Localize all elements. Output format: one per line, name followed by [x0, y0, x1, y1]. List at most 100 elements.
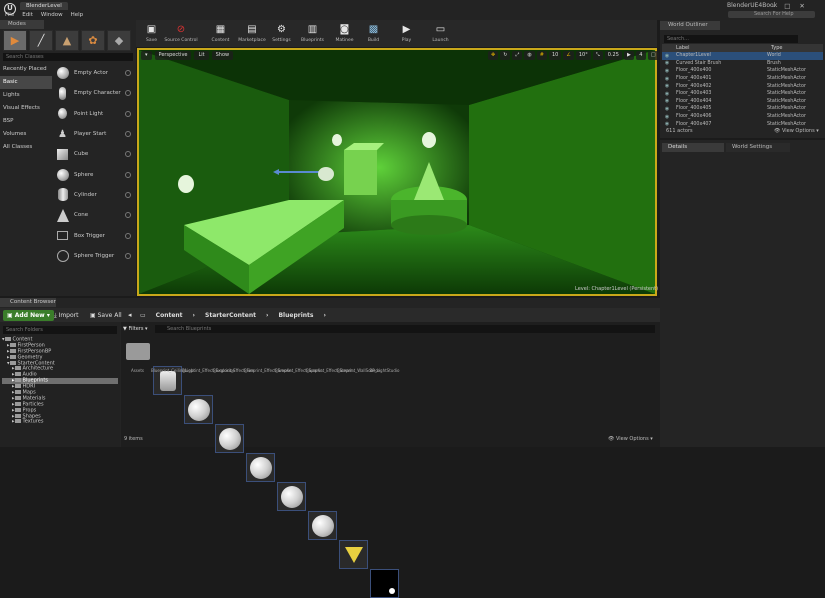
launch-button[interactable]: ▭ Launch — [425, 21, 456, 46]
menu-window[interactable]: Window — [41, 12, 63, 18]
info-icon[interactable] — [125, 212, 131, 219]
paint-mode-icon[interactable]: ╱ — [29, 30, 53, 51]
asset-tile[interactable] — [339, 540, 368, 569]
outliner-row[interactable]: ◉ Curved Stair Brush Brush — [662, 60, 823, 68]
search-assets-input[interactable]: Search Blueprints — [155, 325, 655, 333]
eye-icon[interactable]: ◉ — [662, 76, 672, 82]
rotation-snap-value[interactable]: 10° — [575, 51, 591, 60]
menu-edit[interactable]: Edit — [22, 12, 33, 18]
perspective-button[interactable]: Perspective — [154, 51, 192, 60]
show-button[interactable]: Show — [211, 51, 234, 60]
close-icon[interactable]: ✕ — [799, 2, 804, 10]
camera-speed-value[interactable]: 4 — [635, 51, 646, 60]
place-box-trigger[interactable]: Box Trigger — [53, 225, 135, 245]
asset-tile[interactable] — [123, 337, 152, 366]
info-icon[interactable] — [125, 191, 131, 198]
translate-icon[interactable]: ✥ — [488, 51, 499, 60]
source-control-button[interactable]: ⊘ Source Control — [163, 21, 199, 46]
category-visual-effects[interactable]: Visual Effects — [0, 102, 52, 115]
category-lights[interactable]: Lights — [0, 89, 52, 102]
minimize-icon[interactable]: – — [772, 2, 775, 10]
world-settings-tab[interactable]: World Settings — [726, 143, 790, 152]
viewport-options-button[interactable]: ▾ — [141, 51, 152, 60]
scale-snap-value[interactable]: 0.25 — [604, 51, 622, 60]
grid-snap-icon[interactable]: # — [536, 51, 547, 60]
type-column-header[interactable]: Type — [771, 45, 782, 51]
play-button[interactable]: ▶ Play — [391, 21, 422, 46]
place-point-light[interactable]: Point Light — [53, 104, 135, 124]
category-basic[interactable]: Basic — [0, 76, 52, 89]
foliage-mode-icon[interactable]: ✿ — [81, 30, 105, 51]
eye-icon[interactable]: ◉ — [662, 121, 672, 127]
maximize-icon[interactable]: □ — [784, 2, 790, 10]
place-cylinder[interactable]: Cylinder — [53, 185, 135, 205]
search-folders-input[interactable]: Search Folders — [3, 326, 117, 334]
place-player-start[interactable]: ♟ Player Start — [53, 124, 135, 144]
import-button[interactable]: ⤓ Import — [54, 310, 78, 321]
breadcrumb-blueprints[interactable]: Blueprints — [278, 310, 313, 321]
folder-icon[interactable]: ▭ — [140, 310, 146, 321]
outliner-row[interactable]: ◉ Floor_400x404 StaticMeshActor — [662, 98, 823, 106]
level-viewport[interactable] — [137, 48, 657, 296]
eye-icon[interactable]: ◉ — [662, 83, 672, 89]
eye-icon[interactable]: ◉ — [662, 98, 672, 104]
blueprints-button[interactable]: ▥ Blueprints — [297, 21, 328, 46]
eye-icon[interactable]: ◉ — [662, 91, 672, 97]
eye-icon[interactable]: ◉ — [662, 68, 672, 74]
lit-button[interactable]: Lit — [194, 51, 209, 60]
add-new-button[interactable]: ▣ Add New ▾ — [3, 310, 54, 321]
matinee-button[interactable]: ◙ Matinee — [329, 21, 360, 46]
rotation-snap-icon[interactable]: ∠ — [563, 51, 574, 60]
filters-button[interactable]: ▼ Filters ▾ — [123, 325, 148, 333]
search-classes-input[interactable]: Search Classes — [3, 53, 133, 61]
info-icon[interactable] — [125, 232, 131, 239]
menu-file[interactable]: File — [5, 12, 14, 18]
maximize-viewport-icon[interactable]: □ — [647, 51, 659, 60]
outliner-row[interactable]: ◉ Floor_400x406 StaticMeshActor — [662, 113, 823, 121]
level-tab[interactable]: BlenderLevel — [20, 2, 68, 10]
back-arrow-icon[interactable]: ◂ — [128, 310, 132, 321]
outliner-row[interactable]: ◉ Floor_400x407 StaticMeshActor — [662, 120, 823, 128]
info-icon[interactable] — [125, 131, 131, 138]
scale-icon[interactable]: ⤢ — [512, 51, 523, 60]
place-sphere[interactable]: Sphere — [53, 164, 135, 184]
outliner-row[interactable]: ◉ Floor_400x405 StaticMeshActor — [662, 105, 823, 113]
settings-button[interactable]: ⚙ Settings — [266, 21, 297, 46]
place-sphere-trigger[interactable]: Sphere Trigger — [53, 246, 135, 266]
info-icon[interactable] — [125, 171, 131, 178]
category-bsp[interactable]: BSP — [0, 115, 52, 128]
breadcrumb-content[interactable]: Content — [156, 310, 183, 321]
modes-tab[interactable]: Modes — [0, 20, 44, 29]
asset-tile[interactable] — [308, 511, 337, 540]
tree-item[interactable]: ▸ Textures — [2, 419, 118, 425]
info-icon[interactable] — [125, 151, 131, 158]
breadcrumb-startercontent[interactable]: StarterContent — [205, 310, 256, 321]
content-browser-tab[interactable]: Content Browser — [0, 298, 56, 307]
build-button[interactable]: ▩ Build — [358, 21, 389, 46]
category-recently-placed[interactable]: Recently Placed — [0, 63, 52, 76]
outliner-row[interactable]: ◉ Chapter1Level World — [662, 52, 823, 60]
outliner-search-input[interactable]: Search... — [664, 35, 798, 43]
outliner-row[interactable]: ◉ Floor_400x402 StaticMeshActor — [662, 82, 823, 90]
camera-speed-icon[interactable]: ▶ — [623, 51, 634, 60]
grid-snap-value[interactable]: 10 — [549, 51, 562, 60]
place-mode-icon[interactable]: ▶ — [3, 30, 27, 51]
asset-tile[interactable] — [246, 453, 275, 482]
category-all-classes[interactable]: All Classes — [0, 141, 52, 154]
place-cube[interactable]: Cube — [53, 144, 135, 164]
info-icon[interactable] — [125, 110, 131, 117]
eye-icon[interactable]: ◉ — [662, 60, 672, 66]
place-cone[interactable]: Cone — [53, 205, 135, 225]
content-view-options[interactable]: 👁 View Options ▾ — [608, 436, 653, 442]
info-icon[interactable] — [125, 70, 131, 77]
details-tab[interactable]: Details — [662, 143, 724, 152]
outliner-view-options[interactable]: 👁 View Options ▾ — [774, 128, 819, 134]
eye-icon[interactable]: ◉ — [662, 106, 672, 112]
save-all-button[interactable]: ▣ Save All — [90, 310, 122, 321]
world-local-icon[interactable]: ◍ — [524, 51, 535, 60]
content-button[interactable]: ▦ Content — [205, 21, 236, 46]
asset-tile[interactable] — [215, 424, 244, 453]
asset-tile[interactable] — [277, 482, 306, 511]
category-volumes[interactable]: Volumes — [0, 128, 52, 141]
outliner-row[interactable]: ◉ Floor_400x400 StaticMeshActor — [662, 67, 823, 75]
